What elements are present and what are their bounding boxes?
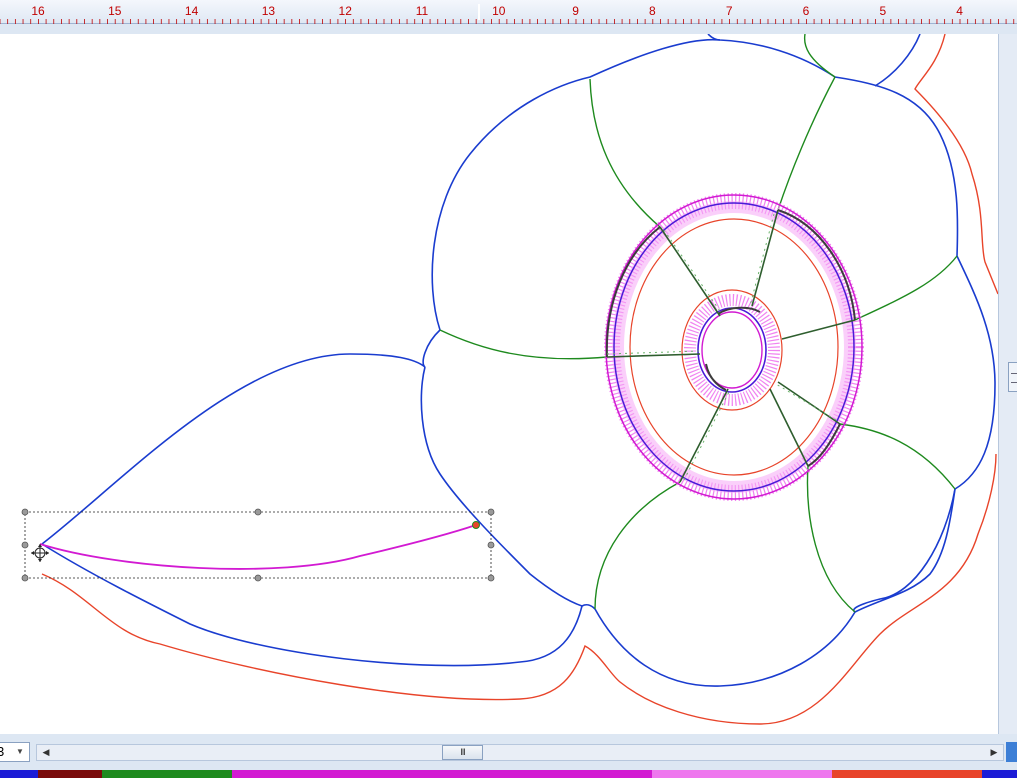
vertical-scrollbar[interactable] xyxy=(998,34,1017,734)
handle-bottom-middle[interactable] xyxy=(254,574,262,582)
inner-ring-blue-line xyxy=(697,307,767,393)
ruler-label: 11 xyxy=(416,4,429,18)
design-canvas[interactable] xyxy=(0,34,998,734)
ruler-label: 9 xyxy=(572,4,579,18)
triangle-right-icon[interactable]: ▶ xyxy=(987,745,1001,760)
handle-bottom-right[interactable] xyxy=(487,574,495,582)
ruler-label: 15 xyxy=(108,4,122,18)
offset-line-bottom xyxy=(41,453,997,725)
vein-8 xyxy=(803,34,836,78)
triangle-left-icon[interactable]: ◀ xyxy=(39,745,53,760)
horizontal-scroll-thumb[interactable]: III xyxy=(442,745,483,760)
thread-color-swatch[interactable] xyxy=(982,770,1017,778)
vein-6 xyxy=(594,481,681,610)
thread-color-swatch[interactable] xyxy=(0,770,38,778)
center-stitching xyxy=(604,193,864,501)
ruler-label: 12 xyxy=(339,4,353,18)
selected-curve[interactable] xyxy=(39,524,477,570)
corner-indicator xyxy=(1006,742,1017,762)
thread-color-swatch[interactable] xyxy=(102,770,232,778)
flower-top-right-notch xyxy=(874,34,921,87)
ruler-label: 6 xyxy=(803,4,810,18)
ruler-label: 13 xyxy=(262,4,276,18)
thread-color-swatch[interactable] xyxy=(652,770,832,778)
ruler-position-marker xyxy=(478,4,480,20)
vein-5 xyxy=(806,465,856,613)
vertical-scroll-thumb[interactable] xyxy=(1008,362,1017,392)
ruler-label: 5 xyxy=(879,4,886,18)
upper-leaf-outline xyxy=(41,353,426,545)
bottom-bar: 3 ▼ ◀ III ▶ xyxy=(0,734,1017,770)
flower-inner-right xyxy=(854,488,956,613)
spoke-zigzag-1 xyxy=(663,229,723,315)
selection-box[interactable] xyxy=(21,508,495,582)
thread-color-swatch[interactable] xyxy=(232,770,652,778)
horizontal-scrollbar[interactable]: ◀ III ▶ xyxy=(36,744,1004,761)
outer-ring-red-line xyxy=(629,218,839,476)
vein-2 xyxy=(777,76,836,211)
handle-middle-left[interactable] xyxy=(21,541,29,549)
ruler-label: 4 xyxy=(956,4,963,18)
top-ruler: 16 15 14 13 12 11 10 9 8 7 6 5 4 xyxy=(0,0,1017,24)
embroidery-design[interactable] xyxy=(0,34,998,734)
spoke-1 xyxy=(659,226,721,317)
ruler-label: 16 xyxy=(31,4,45,18)
spoke-6 xyxy=(679,388,729,483)
thread-color-strip xyxy=(0,770,1017,778)
ruler-scale: 16 15 14 13 12 11 10 9 8 7 6 5 4 xyxy=(0,4,1015,24)
ruler-label: 8 xyxy=(649,4,656,18)
ruler-label: 14 xyxy=(185,4,199,18)
offset-outline xyxy=(41,34,998,725)
handle-middle-right[interactable] xyxy=(487,541,495,549)
spoke-zigzag-2 xyxy=(749,213,775,307)
thread-color-swatch[interactable] xyxy=(832,770,982,778)
spoke-5 xyxy=(769,388,809,467)
thread-color-swatch[interactable] xyxy=(38,770,102,778)
handle-top-left[interactable] xyxy=(21,508,29,516)
scroll-thumb-grip: III xyxy=(460,747,465,757)
ruler-label: 10 xyxy=(492,4,506,18)
handle-bottom-left[interactable] xyxy=(21,574,29,582)
handle-top-right[interactable] xyxy=(487,508,495,516)
lower-leaf-outline xyxy=(41,543,583,667)
flower-main-outline xyxy=(431,38,996,687)
zoom-dropdown[interactable]: 3 ▼ xyxy=(0,742,30,762)
spoke-4 xyxy=(777,381,841,425)
stem-outline xyxy=(420,366,583,607)
chevron-down-icon[interactable]: ▼ xyxy=(16,743,24,761)
outer-ring-fill xyxy=(612,201,856,493)
stem-outline-inner xyxy=(422,329,441,368)
vertical-scroll-grip xyxy=(1011,373,1017,383)
selected-curve-end-node[interactable] xyxy=(472,521,480,529)
ruler-gap xyxy=(0,24,1017,34)
vein-3 xyxy=(854,255,958,321)
vein-7 xyxy=(439,329,608,360)
vein-1 xyxy=(589,78,661,228)
spoke-zigzag-6 xyxy=(683,389,731,481)
zoom-value: 3 xyxy=(0,744,5,759)
handle-top-middle[interactable] xyxy=(254,508,262,516)
ruler-label: 7 xyxy=(726,4,733,18)
vein-4 xyxy=(839,423,956,490)
